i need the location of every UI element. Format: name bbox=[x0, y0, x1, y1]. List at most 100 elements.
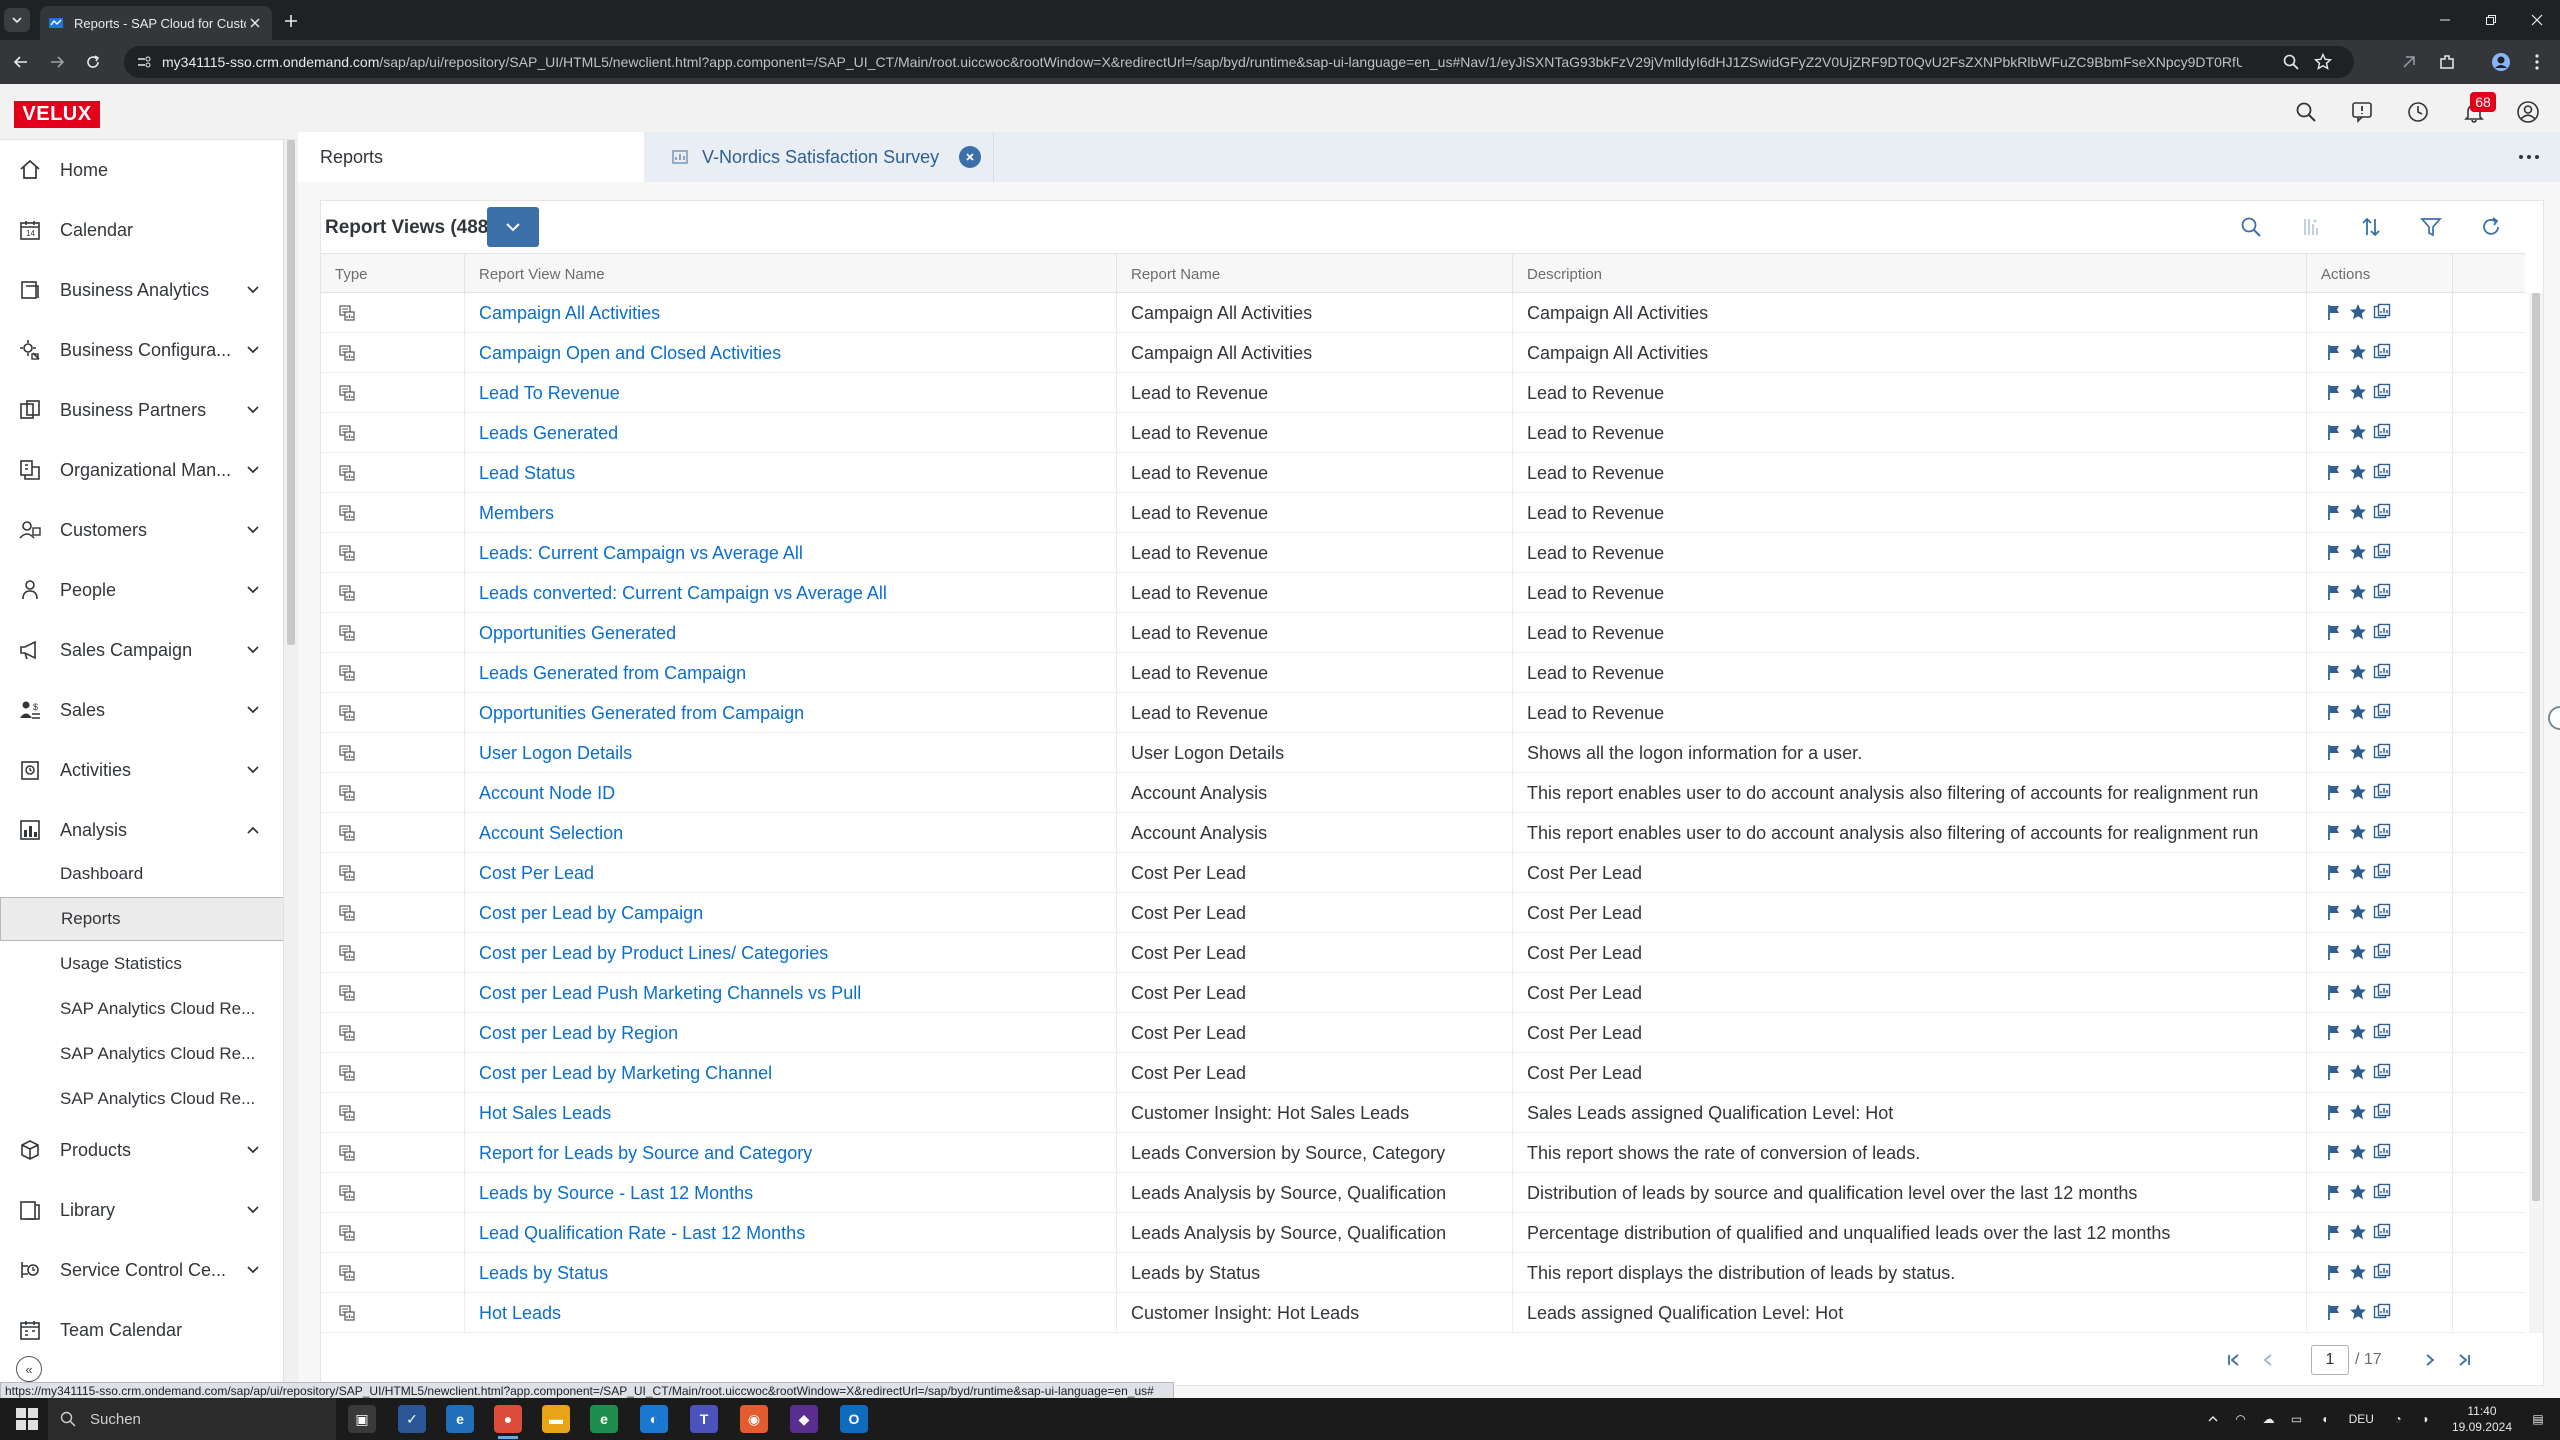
open-report-icon[interactable] bbox=[2373, 1143, 2391, 1161]
file-explorer-icon[interactable]: ▬ bbox=[542, 1405, 570, 1433]
table-row[interactable]: Account Selection Account Analysis This re… bbox=[321, 813, 2525, 853]
column-header-description[interactable]: Description bbox=[1513, 254, 2307, 294]
open-report-icon[interactable] bbox=[2373, 383, 2391, 401]
chevron-down-icon[interactable] bbox=[244, 281, 262, 299]
outlook-app-icon[interactable]: O bbox=[840, 1405, 868, 1433]
flag-icon[interactable] bbox=[2325, 983, 2343, 1001]
browser-tab[interactable]: Reports - SAP Cloud for Customer bbox=[40, 6, 272, 40]
table-row[interactable]: Lead To Revenue Lead to Revenue Lead to Re… bbox=[321, 373, 2525, 413]
favorite-star-icon[interactable] bbox=[2349, 1223, 2367, 1241]
sidebar-subitem-sap-analytics-cloud-re-4[interactable]: SAP Analytics Cloud Re... bbox=[0, 1032, 283, 1076]
table-row[interactable]: Campaign Open and Closed Activities Campa… bbox=[321, 333, 2525, 373]
open-report-icon[interactable] bbox=[2373, 583, 2391, 601]
table-row[interactable]: Cost per Lead Push Marketing Channels vs… bbox=[321, 973, 2525, 1013]
sidebar-subitem-sap-analytics-cloud-re-3[interactable]: SAP Analytics Cloud Re... bbox=[0, 987, 283, 1031]
flag-icon[interactable] bbox=[2325, 1063, 2343, 1081]
user-profile-icon[interactable] bbox=[2516, 100, 2540, 124]
chevron-down-icon[interactable] bbox=[244, 641, 262, 659]
sidebar-item-activities[interactable]: Activities bbox=[0, 742, 283, 798]
table-search-icon[interactable] bbox=[2237, 213, 2265, 241]
open-report-icon[interactable] bbox=[2373, 303, 2391, 321]
sidebar-item-sales-campaign[interactable]: Sales Campaign bbox=[0, 622, 283, 678]
filter-icon[interactable] bbox=[2417, 213, 2445, 241]
favorite-star-icon[interactable] bbox=[2349, 943, 2367, 961]
chevron-down-icon[interactable] bbox=[244, 1261, 262, 1279]
tab-survey[interactable]: V-Nordics Satisfaction Survey bbox=[644, 132, 994, 182]
open-report-icon[interactable] bbox=[2373, 703, 2391, 721]
favorite-star-icon[interactable] bbox=[2349, 823, 2367, 841]
chevron-down-icon[interactable] bbox=[244, 581, 262, 599]
chevron-up-icon[interactable] bbox=[2203, 1409, 2223, 1429]
favorite-star-icon[interactable] bbox=[2349, 1023, 2367, 1041]
company-logo[interactable]: VELUX bbox=[14, 101, 100, 128]
open-report-icon[interactable] bbox=[2373, 1103, 2391, 1121]
flag-icon[interactable] bbox=[2325, 583, 2343, 601]
table-row[interactable]: Leads: Current Campaign vs Average All Le… bbox=[321, 533, 2525, 573]
sidebar-item-business-analytics[interactable]: Business Analytics bbox=[0, 262, 283, 318]
open-report-icon[interactable] bbox=[2373, 863, 2391, 881]
open-report-icon[interactable] bbox=[2373, 743, 2391, 761]
report-view-name-link[interactable]: Cost per Lead by Marketing Channel bbox=[465, 1053, 1117, 1093]
open-report-icon[interactable] bbox=[2373, 783, 2391, 801]
table-row[interactable]: Lead Status Lead to Revenue Lead to Revenu… bbox=[321, 453, 2525, 493]
back-icon[interactable] bbox=[10, 51, 32, 73]
report-view-name-link[interactable]: Opportunities Generated from Campaign bbox=[465, 693, 1117, 733]
minimize-icon[interactable] bbox=[2422, 0, 2468, 40]
report-view-name-link[interactable]: Hot Leads bbox=[465, 1293, 1117, 1333]
tab-close-icon[interactable] bbox=[246, 14, 264, 32]
flag-icon[interactable] bbox=[2325, 1223, 2343, 1241]
table-row[interactable]: Campaign All Activities Campaign All Acti… bbox=[321, 293, 2525, 333]
report-view-name-link[interactable]: Lead Qualification Rate - Last 12 Months bbox=[465, 1213, 1117, 1253]
table-row[interactable]: Hot Sales Leads Customer Insight: Hot Sal… bbox=[321, 1093, 2525, 1133]
flag-icon[interactable] bbox=[2325, 623, 2343, 641]
sidebar-item-business-configura[interactable]: Business Configura... bbox=[0, 322, 283, 378]
more-options-icon[interactable] bbox=[2516, 146, 2542, 168]
tab-search-button[interactable] bbox=[4, 8, 30, 32]
collapse-sidebar-icon[interactable]: « bbox=[16, 1356, 42, 1382]
favorite-star-icon[interactable] bbox=[2349, 583, 2367, 601]
table-row[interactable]: Members Lead to Revenue Lead to Revenue bbox=[321, 493, 2525, 533]
zoom-icon[interactable] bbox=[2282, 53, 2300, 71]
report-view-name-link[interactable]: Hot Sales Leads bbox=[465, 1093, 1117, 1133]
feedback-icon[interactable] bbox=[2350, 100, 2374, 124]
onedrive-app-icon[interactable]: ◐ bbox=[640, 1405, 668, 1433]
url-input[interactable]: my341115-sso.crm.ondemand.com/sap/ap/ui/… bbox=[124, 46, 2354, 78]
table-scroll-thumb[interactable] bbox=[2532, 293, 2540, 1201]
sidebar-item-calendar[interactable]: 14 Calendar bbox=[0, 202, 283, 258]
chevron-down-icon[interactable] bbox=[244, 1201, 262, 1219]
table-row[interactable]: Leads Generated from Campaign Lead to Rev… bbox=[321, 653, 2525, 693]
browser-menu-icon[interactable] bbox=[2526, 51, 2548, 73]
open-report-icon[interactable] bbox=[2373, 543, 2391, 561]
open-report-icon[interactable] bbox=[2373, 943, 2391, 961]
report-view-name-link[interactable]: Cost per Lead by Region bbox=[465, 1013, 1117, 1053]
sidebar-item-business-partners[interactable]: Business Partners bbox=[0, 382, 283, 438]
sidebar-item-products[interactable]: Products bbox=[0, 1122, 283, 1178]
report-view-name-link[interactable]: Cost per Lead by Campaign bbox=[465, 893, 1117, 933]
sidebar-item-service-control-ce[interactable]: Service Control Ce... bbox=[0, 1242, 283, 1298]
sidebar-item-library[interactable]: Library bbox=[0, 1182, 283, 1238]
open-report-icon[interactable] bbox=[2373, 1223, 2391, 1241]
chevron-down-icon[interactable] bbox=[244, 521, 262, 539]
teams-app-icon[interactable]: T bbox=[690, 1405, 718, 1433]
favorite-star-icon[interactable] bbox=[2349, 303, 2367, 321]
favorite-star-icon[interactable] bbox=[2349, 743, 2367, 761]
favorite-star-icon[interactable] bbox=[2349, 1063, 2367, 1081]
table-row[interactable]: Leads Generated Lead to Revenue Lead to Re… bbox=[321, 413, 2525, 453]
report-view-name-link[interactable]: Leads: Current Campaign vs Average All bbox=[465, 533, 1117, 573]
column-header-actions[interactable]: Actions bbox=[2307, 254, 2453, 294]
flag-icon[interactable] bbox=[2325, 823, 2343, 841]
chevron-up-icon[interactable] bbox=[244, 821, 262, 839]
report-view-name-link[interactable]: Lead Status bbox=[465, 453, 1117, 493]
report-view-name-link[interactable]: Cost Per Lead bbox=[465, 853, 1117, 893]
table-row[interactable]: Leads by Status Leads by Status This repor… bbox=[321, 1253, 2525, 1293]
vs-app-icon[interactable]: ◆ bbox=[790, 1405, 818, 1433]
task-view-icon[interactable]: ▣ bbox=[348, 1405, 376, 1433]
column-header-report-view-name[interactable]: Report View Name bbox=[465, 254, 1117, 294]
flag-icon[interactable] bbox=[2325, 503, 2343, 521]
profile-avatar-icon[interactable] bbox=[2490, 51, 2512, 73]
report-view-name-link[interactable]: Cost per Lead Push Marketing Channels vs… bbox=[465, 973, 1117, 1013]
chevron-down-icon[interactable] bbox=[244, 341, 262, 359]
page-number-input[interactable]: 1 bbox=[2311, 1345, 2349, 1375]
flag-icon[interactable] bbox=[2325, 1143, 2343, 1161]
flag-icon[interactable] bbox=[2325, 1183, 2343, 1201]
